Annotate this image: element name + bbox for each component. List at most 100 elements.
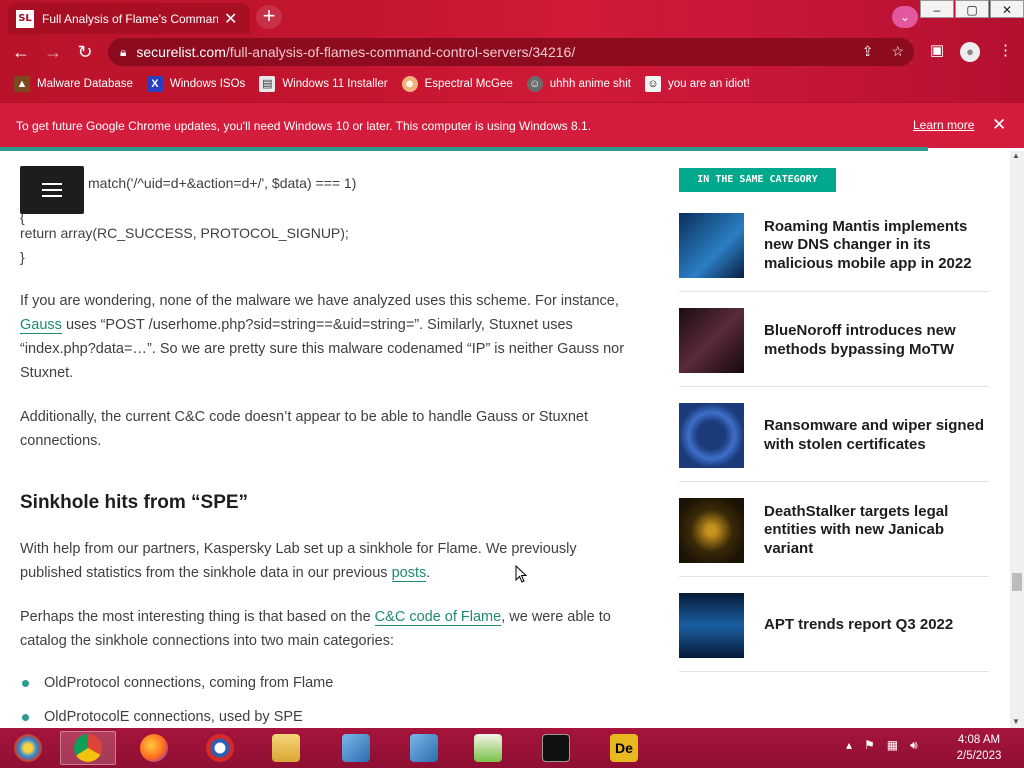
close-window-button[interactable]: ✕ <box>990 0 1024 18</box>
installer-icon <box>342 734 370 762</box>
firefox-icon <box>140 734 168 762</box>
taskbar-cmd[interactable] <box>528 731 584 765</box>
tab-strip: SL Full Analysis of Flame's Command ✕ + … <box>0 0 1024 34</box>
cc-code-link[interactable]: C&C code of Flame <box>374 609 502 626</box>
taskbar-firefox[interactable] <box>126 731 182 765</box>
clock-date: 2/5/2023 <box>956 750 1002 762</box>
network-icon[interactable]: ▦ <box>887 738 898 753</box>
taskbar-notepad[interactable] <box>460 731 516 765</box>
browser-chrome: SL Full Analysis of Flame's Command ✕ + … <box>0 0 1024 102</box>
divider <box>679 576 989 577</box>
url-path: /full-analysis-of-flames-command-control… <box>225 44 576 60</box>
url-host: securelist.com <box>136 44 226 60</box>
new-tab-button[interactable]: + <box>256 5 282 29</box>
article-thumbnail <box>679 213 744 278</box>
article-paragraph: Additionally, the current C&C code doesn… <box>20 409 588 449</box>
divider <box>679 291 989 292</box>
bookmark-label: Malware Database <box>37 78 133 90</box>
minimize-button[interactable]: – <box>920 0 954 18</box>
category-badge[interactable]: IN THE SAME CATEGORY <box>679 168 836 192</box>
taskbar-installer[interactable] <box>328 731 384 765</box>
tab-title: Full Analysis of Flame's Command <box>42 11 218 26</box>
bookmark-windows-11-installer[interactable]: ▤ Windows 11 Installer <box>259 76 388 92</box>
article-thumbnail <box>679 498 744 563</box>
code-line: match('/^uid=d+&action=d+/', $data) === … <box>88 175 357 191</box>
system-tray: ▴ ⚑ ▦ 🔊︎ <box>846 738 918 753</box>
taskbar-de[interactable]: De <box>596 731 652 765</box>
x-icon: X <box>146 76 163 92</box>
side-panel-icon[interactable]: ▣ <box>930 41 944 59</box>
related-title: APT trends report Q3 2022 <box>764 616 954 634</box>
related-article[interactable]: Ransomware and wiper signed with stolen … <box>679 403 989 468</box>
reload-icon[interactable]: ↻ <box>72 40 98 64</box>
related-title: Roaming Mantis implements new DNS change… <box>764 217 972 272</box>
volume-icon[interactable]: 🔊︎ <box>910 738 918 753</box>
avatar-icon: ☻ <box>401 76 418 92</box>
avatar-icon: ☺ <box>526 76 543 92</box>
bookmarks-bar: ▲ Malware Database X Windows ISOs ▤ Wind… <box>0 70 1024 98</box>
list-item: OldProtocol connections, coming from Fla… <box>22 675 333 691</box>
page-scrollbar[interactable]: ▲ ▼ <box>1010 151 1024 728</box>
tab-close-icon[interactable]: ✕ <box>224 9 237 29</box>
scroll-down-icon[interactable]: ▼ <box>1012 717 1020 726</box>
scroll-up-icon[interactable]: ▲ <box>1012 151 1020 160</box>
bookmark-label: you are an idiot! <box>667 78 750 90</box>
explorer-icon <box>272 734 300 762</box>
related-title: DeathStalker targets legal entities with… <box>764 502 949 557</box>
windows-taskbar: De ▴ ⚑ ▦ 🔊︎ 4:08 AM 2/5/2023 <box>0 728 1024 768</box>
article-thumbnail <box>679 308 744 373</box>
menu-kebab-icon[interactable]: ⋮ <box>998 41 1013 59</box>
profile-avatar-icon[interactable]: ● <box>960 42 980 62</box>
active-tab[interactable]: SL Full Analysis of Flame's Command ✕ <box>8 3 250 34</box>
installer-icon <box>410 734 438 762</box>
tab-search-icon[interactable]: ⌄ <box>892 6 918 28</box>
address-bar[interactable]: 🔒︎ securelist.com/full-analysis-of-flame… <box>108 38 914 66</box>
article-paragraph: Perhaps the most interesting thing is th… <box>20 609 611 649</box>
related-article[interactable]: BlueNoroff introduces new methods bypass… <box>679 308 989 373</box>
code-line: return array(RC_SUCCESS, PROTOCOL_SIGNUP… <box>20 225 349 241</box>
clock-time: 4:08 AM <box>957 734 1001 746</box>
related-article[interactable]: DeathStalker targets legal entities with… <box>679 498 989 563</box>
bookmark-star-icon[interactable]: ☆ <box>891 43 904 60</box>
taskbar-app[interactable] <box>192 731 248 765</box>
lock-icon[interactable]: 🔒︎ <box>120 45 126 60</box>
bookmark-malware-database[interactable]: ▲ Malware Database <box>14 76 133 92</box>
malware-icon: ▲ <box>14 76 30 92</box>
scrollbar-thumb[interactable] <box>1012 573 1022 591</box>
back-icon[interactable]: ← <box>8 40 34 64</box>
article-thumbnail <box>679 403 744 468</box>
related-article[interactable]: APT trends report Q3 2022 <box>679 593 989 658</box>
start-button[interactable] <box>0 731 56 765</box>
bookmark-label: Windows ISOs <box>169 78 246 90</box>
section-heading: Sinkhole hits from “SPE” <box>20 492 249 513</box>
taskbar-chrome[interactable] <box>60 731 116 765</box>
related-article[interactable]: Roaming Mantis implements new DNS change… <box>679 213 989 278</box>
divider <box>679 386 989 387</box>
web-page: match('/^uid=d+&action=d+/', $data) === … <box>0 151 1010 728</box>
divider <box>679 481 989 482</box>
bookmark-anime[interactable]: ☺ uhhh anime shit <box>526 76 631 92</box>
article-paragraph: With help from our partners, Kaspersky L… <box>20 541 577 582</box>
bookmark-espectral-mcgee[interactable]: ☻ Espectral McGee <box>401 76 513 92</box>
chrome-icon <box>74 734 102 762</box>
flag-icon[interactable]: ⚑ <box>864 738 875 753</box>
bookmark-windows-isos[interactable]: X Windows ISOs <box>146 76 246 92</box>
posts-link[interactable]: posts <box>391 565 427 582</box>
bookmark-you-are-an-idiot[interactable]: ☺ you are an idiot! <box>644 76 750 92</box>
forward-icon[interactable]: → <box>40 40 66 64</box>
taskbar-clock[interactable]: 4:08 AM 2/5/2023 <box>946 732 1012 764</box>
bookmark-label: uhhh anime shit <box>549 78 631 90</box>
mouse-cursor-icon <box>515 565 527 583</box>
tray-expand-icon[interactable]: ▴ <box>846 738 852 753</box>
maximize-button[interactable]: ▢ <box>955 0 989 18</box>
bookmark-label: Espectral McGee <box>424 78 513 90</box>
hamburger-menu-icon[interactable] <box>20 166 84 214</box>
learn-more-link[interactable]: Learn more <box>913 118 974 132</box>
bookmark-label: Windows 11 Installer <box>282 78 388 90</box>
infobar-message: To get future Google Chrome updates, you… <box>16 118 592 133</box>
taskbar-installer[interactable] <box>396 731 452 765</box>
gauss-link[interactable]: Gauss <box>20 317 62 334</box>
infobar-close-icon[interactable]: ✕ <box>992 115 1006 135</box>
taskbar-explorer[interactable] <box>258 731 314 765</box>
share-icon[interactable]: ⇪ <box>862 43 874 60</box>
